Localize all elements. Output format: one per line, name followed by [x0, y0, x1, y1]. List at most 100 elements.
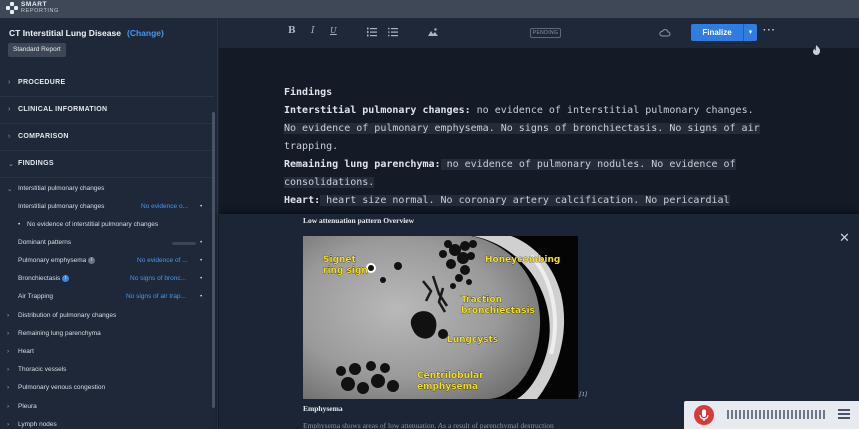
group-remaining-lung[interactable]: › Remaining lung parenchyma — [0, 325, 214, 343]
field-label: Interstitial pulmonary changes — [18, 203, 105, 210]
label-ring-sign: ring sign — [323, 266, 368, 276]
logo-text-bottom: REPORTING — [21, 8, 59, 14]
chevron-down-icon: ⌄ — [8, 161, 14, 168]
field-value[interactable]: No evidence o... — [141, 203, 188, 210]
hamburger-menu-icon[interactable] — [838, 409, 850, 419]
flame-icon[interactable] — [812, 45, 821, 55]
label-centrilobular: Centrilobular — [417, 371, 484, 381]
editor-toolbar: B I U PENDING Finalize ▾ ··· — [219, 18, 859, 48]
chevron-right-icon: › — [7, 421, 10, 428]
citation-marker[interactable]: [1] — [579, 391, 587, 398]
bold-button[interactable]: B — [288, 26, 296, 36]
change-template-link[interactable]: (Change) — [127, 28, 164, 38]
ct-scan-illustration: Signet ring sign Honeycombing Traction b… — [303, 236, 578, 399]
numbered-list-icon[interactable] — [367, 27, 377, 37]
reference-title: Low attenuation pattern Overview — [303, 216, 415, 225]
group-distribution[interactable]: › Distribution of pulmonary changes — [0, 307, 214, 325]
microphone-button[interactable] — [694, 405, 714, 425]
cloud-icon — [659, 29, 671, 37]
reference-panel: Low attenuation pattern Overview ✕ Signe… — [219, 214, 859, 429]
label-lungcysts: Lungcysts — [447, 335, 498, 345]
field-dominant-patterns[interactable]: Dominant patterns • — [0, 234, 214, 252]
chevron-right-icon: › — [7, 312, 10, 319]
bullet-icon: • — [200, 293, 203, 300]
bullet-icon: • — [18, 221, 21, 228]
more-options-icon[interactable]: ··· — [763, 25, 776, 36]
report-text-line: consolidations. — [284, 177, 375, 188]
image-icon[interactable] — [428, 28, 438, 36]
group-heart[interactable]: › Heart — [0, 343, 214, 361]
field-air-trapping[interactable]: Air Trapping No signs of air trap... • — [0, 288, 214, 306]
group-pleura[interactable]: › Pleura — [0, 398, 214, 416]
label-honeycombing: Honeycombing — [485, 255, 560, 265]
field-label: Dominant patterns — [18, 239, 72, 246]
section-findings[interactable]: ⌄ FINDINGS — [0, 151, 214, 178]
field-option-no-evidence[interactable]: • No evidence of interstitial pulmonary … — [0, 216, 214, 234]
field-pulmonary-emphysema[interactable]: Pulmonary emphysema i No evidence of ... … — [0, 252, 214, 270]
findings-group-interstitial[interactable]: ⌄ Interstitial pulmonary changes — [0, 180, 214, 198]
section-procedure[interactable]: › PROCEDURE — [0, 70, 214, 97]
findings-heading: Findings — [284, 87, 333, 98]
chevron-right-icon: › — [7, 403, 10, 410]
bullet-icon: • — [200, 275, 203, 282]
chevron-right-icon: › — [8, 106, 11, 113]
report-text-line: No evidence of pulmonary emphysema. No s… — [284, 123, 760, 134]
chevron-down-icon: ⌄ — [7, 186, 13, 193]
group-label: Pleura — [18, 403, 37, 410]
chevron-right-icon: › — [8, 133, 11, 140]
empty-value-bar[interactable] — [172, 242, 196, 245]
field-label: Bronchiectasis i — [18, 275, 70, 282]
field-value[interactable]: No signs of bronc... — [130, 275, 186, 282]
section-comparison[interactable]: › COMPARISON — [0, 124, 214, 151]
report-label: Remaining lung parenchyma: — [284, 159, 441, 170]
standard-report-button[interactable]: Standard Report — [8, 43, 66, 57]
bullet-icon: • — [200, 203, 203, 210]
section-clinical-information[interactable]: › CLINICAL INFORMATION — [0, 97, 214, 124]
app-root: SMART REPORTING CT Interstitial Lung Dis… — [0, 0, 859, 429]
sidebar-scrollbar[interactable] — [212, 112, 215, 408]
finalize-dropdown-button[interactable]: ▾ — [743, 24, 757, 41]
microphone-icon — [699, 409, 709, 421]
reference-body: Emphysema shows areas of low attenuation… — [303, 421, 554, 429]
underline-button[interactable]: U — [330, 26, 337, 35]
group-label: Thoracic vessels — [18, 366, 67, 373]
reference-subheading: Emphysema — [303, 404, 343, 413]
group-lymph-nodes[interactable]: › Lymph nodes — [0, 416, 214, 429]
field-interstitial-changes[interactable]: Interstitial pulmonary changes No eviden… — [0, 198, 214, 216]
group-label: Remaining lung parenchyma — [18, 330, 101, 337]
field-value[interactable]: No evidence of ... — [137, 257, 188, 264]
label-bronchiectasis: bronchiectasis — [461, 306, 535, 316]
field-label: Air Trapping — [18, 293, 54, 300]
italic-button[interactable]: I — [311, 26, 315, 36]
section-label: COMPARISON — [18, 133, 69, 140]
top-bar: SMART REPORTING — [0, 0, 859, 18]
bulleted-list-icon[interactable] — [388, 27, 398, 37]
chevron-right-icon: › — [7, 366, 10, 373]
sidebar: CT Interstitial Lung Disease (Change) St… — [0, 18, 218, 429]
chevron-right-icon: › — [7, 330, 10, 337]
field-bronchiectasis[interactable]: Bronchiectasis i No signs of bronc... • — [0, 270, 214, 288]
group-venous-congestion[interactable]: › Pulmonary venous congestion — [0, 379, 214, 397]
chevron-right-icon: › — [8, 79, 11, 86]
chevron-right-icon: › — [7, 348, 10, 355]
status-badge: PENDING — [530, 28, 561, 38]
report-text-line: no evidence of pulmonary nodules. No evi… — [440, 159, 736, 170]
label-emphysema: emphysema — [417, 382, 478, 392]
close-icon[interactable]: ✕ — [839, 230, 850, 246]
report-label: Heart: — [284, 195, 321, 206]
section-label: CLINICAL INFORMATION — [18, 106, 108, 113]
audio-level-icon — [727, 410, 825, 419]
info-icon[interactable]: i — [88, 257, 96, 264]
report-text[interactable]: Findings Interstitial pulmonary changes:… — [284, 84, 844, 210]
finalize-button[interactable]: Finalize — [691, 24, 743, 41]
info-icon[interactable]: i — [62, 275, 70, 282]
label-traction: Traction — [461, 295, 502, 305]
logo: SMART REPORTING — [6, 1, 59, 14]
group-label: Lymph nodes — [18, 421, 57, 428]
group-label: Distribution of pulmonary changes — [18, 312, 117, 319]
group-thoracic-vessels[interactable]: › Thoracic vessels — [0, 361, 214, 379]
field-label: Pulmonary emphysema i — [18, 257, 96, 264]
ct-reference-image: Signet ring sign Honeycombing Traction b… — [303, 236, 578, 399]
bullet-icon: • — [200, 239, 203, 246]
field-value[interactable]: No signs of air trap... — [126, 293, 186, 300]
